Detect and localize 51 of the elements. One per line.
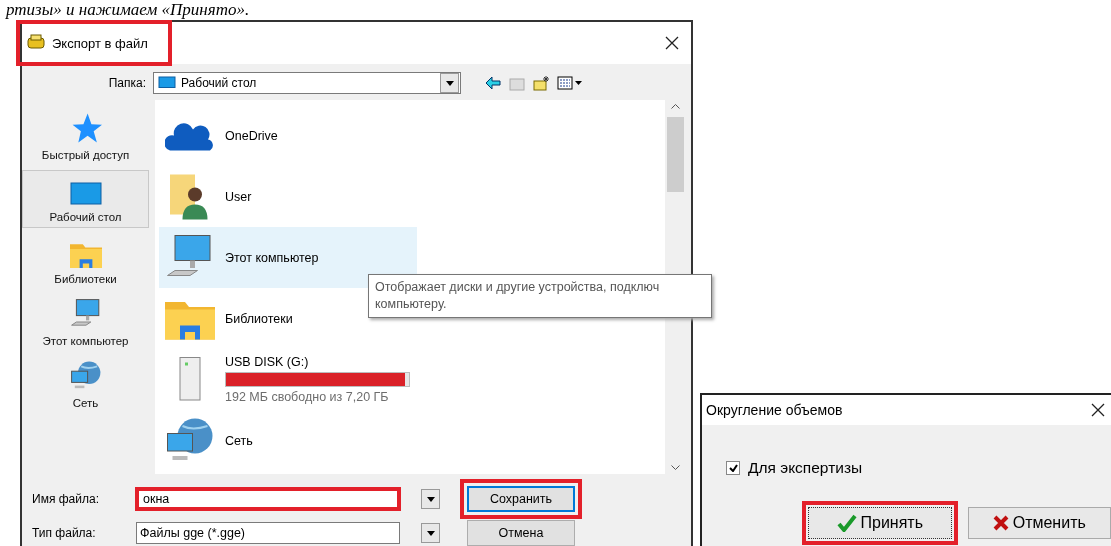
scroll-thumb[interactable] xyxy=(666,117,684,192)
checkmark-icon xyxy=(728,464,738,472)
file-name: Этот компьютер xyxy=(225,250,319,265)
caret-icon xyxy=(426,496,435,502)
drive-name: USB DISK (G:) xyxy=(225,355,310,369)
cross-icon xyxy=(992,515,1009,531)
file-name: User xyxy=(225,189,252,204)
caret-icon xyxy=(426,530,435,536)
folder-label: Папка: xyxy=(107,76,147,90)
cancel-button[interactable]: Отменить xyxy=(967,507,1111,539)
sidebar-item[interactable]: Библиотеки xyxy=(22,232,149,290)
drive-space-text: 192 МБ свободно из 7,20 ГБ xyxy=(225,390,390,404)
sidebar-item[interactable]: Рабочий стол xyxy=(22,170,149,228)
dropdown-button[interactable] xyxy=(421,489,440,509)
file-name-field[interactable]: окна xyxy=(136,488,400,510)
file-name-label: Имя файла: xyxy=(31,492,100,506)
dropdown-button[interactable] xyxy=(421,523,440,543)
tooltip: Отображает диски и другие устройства, подключ компьютеру. xyxy=(368,274,712,318)
checkbox-label: Для экспертизы xyxy=(748,459,863,477)
cancel-button[interactable]: Отмена xyxy=(467,520,575,546)
file-item[interactable]: OneDrive xyxy=(159,105,286,166)
window-title: Округление объемов xyxy=(706,402,843,418)
file-item[interactable]: Сеть xyxy=(159,410,261,471)
window-title: Экспорт в файл xyxy=(52,35,148,51)
checkbox[interactable] xyxy=(726,461,740,475)
sidebar-item[interactable]: Быстрый доступ xyxy=(22,108,149,166)
sidebar-item[interactable]: Сеть xyxy=(22,356,149,414)
back-arrow-icon[interactable] xyxy=(485,75,501,91)
close-button[interactable] xyxy=(665,36,679,50)
caret-icon xyxy=(445,80,454,86)
checkmark-icon xyxy=(836,514,857,532)
folder-dropdown[interactable]: Рабочий стол xyxy=(153,72,461,94)
sidebar-item[interactable]: Этот компьютер xyxy=(22,294,149,352)
view-menu-icon[interactable] xyxy=(557,75,583,91)
file-item[interactable]: USB DISK (G:) 192 МБ свободно из 7,20 ГБ xyxy=(159,349,418,410)
new-folder-icon[interactable] xyxy=(533,75,549,91)
close-button[interactable] xyxy=(1091,403,1105,417)
close-icon xyxy=(665,36,679,50)
file-name: OneDrive xyxy=(225,128,278,143)
file-name: Сеть xyxy=(225,433,253,448)
file-type-dropdown[interactable]: Файлы gge (*.gge) xyxy=(136,522,400,544)
desktop-icon xyxy=(158,76,176,90)
file-name: Библиотеки xyxy=(225,311,293,326)
printer-icon xyxy=(26,34,46,52)
desktop-icon xyxy=(69,182,102,206)
close-icon xyxy=(1091,403,1105,417)
file-item[interactable]: User xyxy=(159,166,260,227)
scroll-up-icon xyxy=(670,104,680,109)
scroll-down-icon xyxy=(670,465,680,470)
caption-text: ртизы» и нажимаем «Принято». xyxy=(4,0,251,20)
file-item[interactable]: Библиотеки xyxy=(159,288,301,349)
